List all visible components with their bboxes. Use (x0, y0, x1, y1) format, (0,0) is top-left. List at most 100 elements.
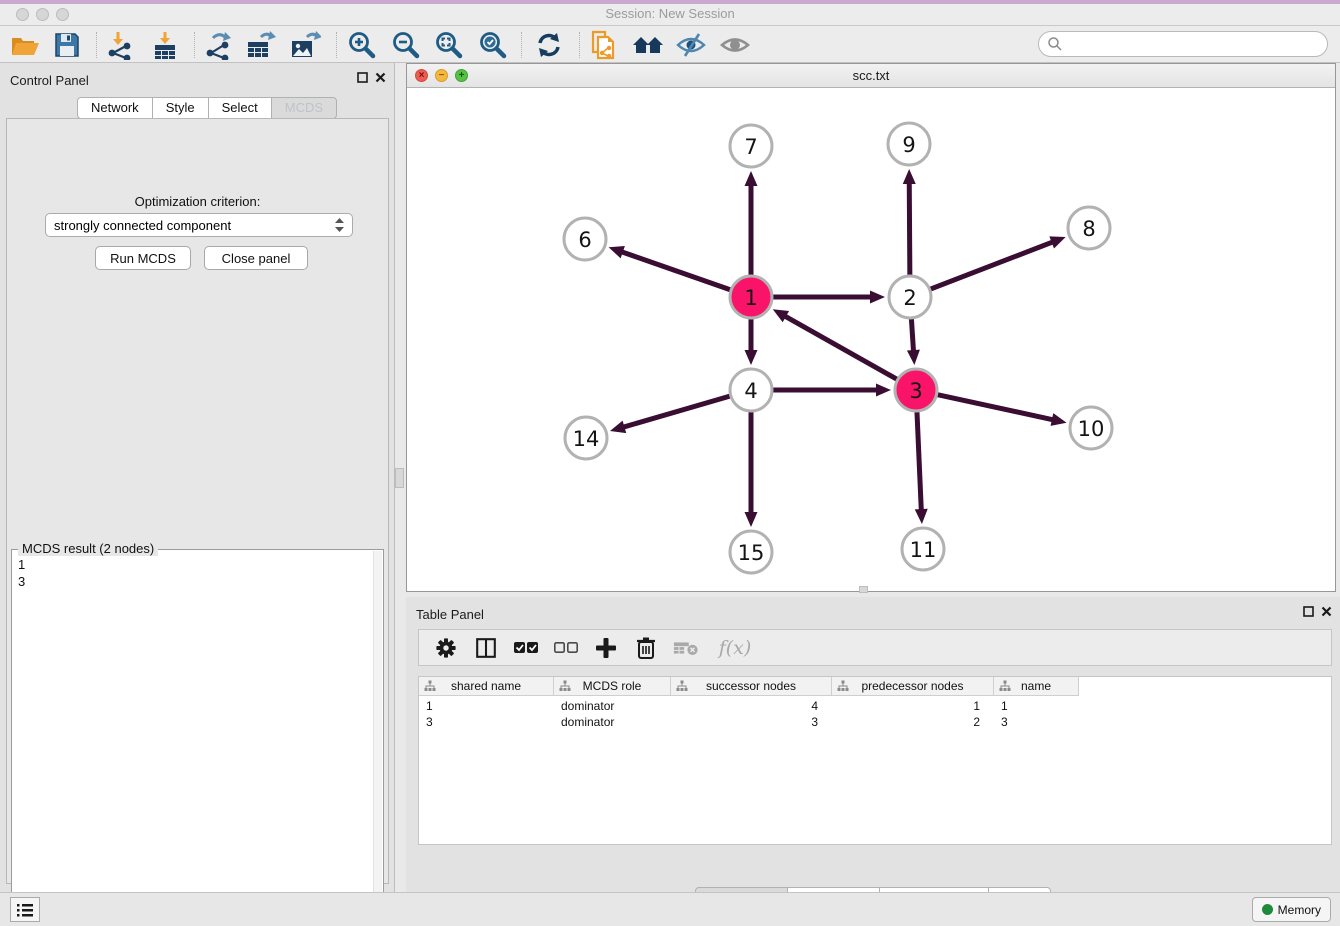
float-panel-icon[interactable] (357, 72, 368, 83)
column-visibility-icon[interactable] (473, 634, 499, 662)
column-header-label: predecessor nodes (861, 679, 963, 693)
tab-select[interactable]: Select (208, 97, 272, 119)
mcds-tab-content: Optimization criterion: strongly connect… (6, 118, 389, 884)
zoom-fit-icon[interactable] (432, 30, 466, 60)
column-header-successor-nodes[interactable]: successor nodes (671, 677, 832, 696)
graph-edge-3-1[interactable] (783, 315, 897, 379)
graph-edge-arrowhead (745, 350, 758, 365)
task-list-icon (16, 902, 34, 918)
network-window-title: scc.txt (407, 68, 1335, 83)
search-box[interactable] (1038, 31, 1328, 57)
table-row[interactable]: 3dominator323 (419, 714, 1331, 730)
zoom-out-icon[interactable] (389, 30, 423, 60)
close-panel-button[interactable]: Close panel (204, 246, 308, 270)
toolbar-separator (96, 32, 97, 58)
fx-label: f(x) (719, 637, 752, 659)
column-header-name[interactable]: name (994, 677, 1079, 696)
memory-button[interactable]: Memory (1252, 897, 1331, 922)
tab-network[interactable]: Network (77, 97, 153, 119)
table-cell[interactable]: 1 (832, 698, 994, 714)
table-cell[interactable]: 2 (832, 714, 994, 730)
close-panel-icon[interactable] (375, 72, 386, 83)
table-cell[interactable]: 4 (671, 698, 832, 714)
graph-node-label: 2 (903, 286, 916, 310)
mcds-result-line: 1 (18, 556, 25, 573)
graph-edge-arrowhead (870, 291, 885, 304)
run-mcds-button[interactable]: Run MCDS (95, 246, 191, 270)
window-titlebar: Session: New Session (0, 0, 1340, 26)
import-network-icon[interactable] (103, 30, 137, 60)
graph-node-label: 7 (744, 135, 757, 159)
graph-edge-arrowhead (610, 421, 626, 433)
graph-node-label: 6 (578, 228, 591, 252)
memory-label: Memory (1278, 903, 1321, 917)
graph-edge-3-11[interactable] (917, 412, 921, 512)
apply-layout-icon[interactable] (532, 30, 566, 60)
save-session-icon[interactable] (50, 30, 84, 60)
hide-panel-icon[interactable] (674, 30, 708, 60)
dropdown-chevrons-icon (335, 218, 344, 232)
close-table-panel-icon[interactable] (1321, 606, 1332, 617)
graph-edge-arrowhead (1051, 413, 1067, 426)
tab-style[interactable]: Style (152, 97, 209, 119)
vertical-splitter-grip[interactable] (395, 468, 404, 488)
zoom-in-icon[interactable] (345, 30, 379, 60)
graph-edge-arrowhead (903, 169, 916, 184)
new-network-icon[interactable] (587, 30, 621, 60)
table-row[interactable]: 1dominator411 (419, 698, 1331, 714)
delete-column-icon[interactable] (633, 634, 659, 662)
network-canvas[interactable]: 7968124314101511 (407, 88, 1335, 591)
show-panel-icon[interactable] (718, 30, 752, 60)
import-table-icon[interactable] (148, 30, 182, 60)
function-builder-icon[interactable]: f(x) (713, 634, 757, 662)
mcds-result-list[interactable]: 13 (18, 556, 25, 590)
graph-node-label: 1 (744, 286, 757, 310)
result-scrollbar[interactable] (373, 551, 382, 925)
network-window-titlebar[interactable]: × − + scc.txt (407, 64, 1335, 88)
graph-edge-3-10[interactable] (937, 395, 1054, 420)
task-history-button[interactable] (10, 897, 40, 922)
export-table-icon[interactable] (244, 30, 278, 60)
column-header-label: shared name (451, 679, 521, 693)
graph-edge-arrowhead (609, 246, 625, 258)
table-cell[interactable]: dominator (554, 714, 671, 730)
graph-edge-arrowhead (915, 509, 928, 524)
graph-edge-2-3[interactable] (911, 319, 913, 353)
graph-node-label: 11 (910, 538, 937, 562)
table-cell[interactable]: 1 (994, 698, 1079, 714)
search-icon (1047, 36, 1063, 52)
table-panel: Table Panel f(x) shared nameMCDS r (406, 597, 1340, 892)
deselect-all-icon[interactable] (553, 634, 579, 662)
column-header-shared-name[interactable]: shared name (419, 677, 554, 696)
table-cell[interactable]: 3 (671, 714, 832, 730)
settings-gear-icon[interactable] (433, 634, 459, 662)
zoom-selected-icon[interactable] (476, 30, 510, 60)
show-all-networks-icon[interactable] (631, 30, 665, 60)
export-image-icon[interactable] (288, 30, 322, 60)
open-session-icon[interactable] (8, 30, 42, 60)
table-cell[interactable]: dominator (554, 698, 671, 714)
network-graph[interactable]: 7968124314101511 (407, 88, 1335, 591)
column-header-MCDS-role[interactable]: MCDS role (554, 677, 671, 696)
horizontal-splitter-grip[interactable] (859, 586, 868, 593)
table-cell[interactable]: 3 (994, 714, 1079, 730)
table-cell[interactable]: 3 (419, 714, 554, 730)
graph-edge-2-8[interactable] (931, 241, 1055, 289)
column-header-predecessor-nodes[interactable]: predecessor nodes (832, 677, 994, 696)
graph-edge-2-9[interactable] (909, 181, 910, 275)
float-table-panel-icon[interactable] (1303, 606, 1314, 617)
graph-edge-1-6[interactable] (620, 251, 730, 290)
export-network-icon[interactable] (201, 30, 235, 60)
select-all-icon[interactable] (513, 634, 539, 662)
table-cell[interactable]: 1 (419, 698, 554, 714)
mcds-result-line: 3 (18, 573, 25, 590)
column-header-label: MCDS role (583, 679, 642, 693)
delete-table-icon[interactable] (673, 634, 699, 662)
optimization-criterion-dropdown[interactable]: strongly connected component (45, 213, 353, 237)
search-input[interactable] (1063, 34, 1327, 54)
graph-edge-4-14[interactable] (622, 396, 730, 428)
tab-mcds[interactable]: MCDS (271, 97, 337, 119)
control-panel: Control Panel NetworkStyleSelectMCDS Opt… (0, 63, 395, 892)
add-column-icon[interactable] (593, 634, 619, 662)
node-table[interactable]: shared name MCDS role successor nodes prede… (418, 676, 1332, 845)
